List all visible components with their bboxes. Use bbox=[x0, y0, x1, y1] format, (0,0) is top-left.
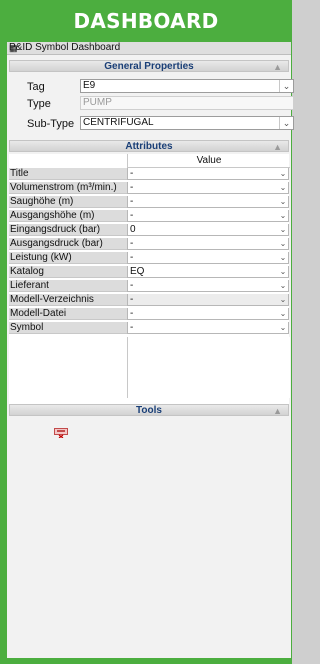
attribute-value: EQ bbox=[130, 266, 145, 277]
general-properties-header[interactable]: General Properties ▲ bbox=[9, 60, 289, 72]
attribute-name: Ausgangshöhe (m) bbox=[9, 210, 127, 222]
attribute-name: Ausgangsdruck (bar) bbox=[9, 238, 127, 250]
attributes-grid: Value Title - ⌄ Volumenstrom (m³/min.) - ⌄ Sau… bbox=[9, 154, 290, 404]
chevron-down-icon[interactable]: ⌄ bbox=[278, 224, 288, 235]
tag-select[interactable]: E9 ⌄ bbox=[80, 79, 294, 93]
tools-title: Tools bbox=[136, 405, 162, 416]
attribute-row: Title - ⌄ bbox=[9, 168, 289, 180]
tag-value: E9 bbox=[83, 80, 96, 91]
attribute-value: - bbox=[130, 168, 134, 179]
panel-title-bar: P&ID Symbol Dashboard ▦ bbox=[7, 42, 291, 55]
attribute-row: Modell-Verzeichnis - ⌄ bbox=[9, 294, 289, 306]
tag-label: Tag bbox=[27, 81, 45, 93]
subtype-label: Sub-Type bbox=[27, 118, 75, 130]
attribute-value: 0 bbox=[130, 224, 136, 235]
attribute-value: - bbox=[130, 182, 134, 193]
attribute-name: Saughöhe (m) bbox=[9, 196, 127, 208]
type-field: PUMP bbox=[80, 96, 294, 110]
pin-icon[interactable]: ▦ bbox=[9, 42, 289, 54]
attribute-row: Katalog EQ ⌄ bbox=[9, 266, 289, 278]
attribute-row: Lieferant - ⌄ bbox=[9, 280, 289, 292]
subtype-select[interactable]: CENTRIFUGAL ⌄ bbox=[80, 116, 294, 130]
chevron-down-icon[interactable]: ⌄ bbox=[278, 210, 288, 221]
chevron-down-icon[interactable]: ⌄ bbox=[278, 322, 288, 333]
collapse-icon[interactable]: ▲ bbox=[273, 406, 282, 416]
attribute-name: Symbol bbox=[9, 322, 127, 334]
tools-header[interactable]: Tools ▲ bbox=[9, 404, 289, 416]
attribute-row: Eingangsdruck (bar) 0 ⌄ bbox=[9, 224, 289, 236]
collapse-icon[interactable]: ▲ bbox=[273, 62, 282, 72]
chevron-down-icon[interactable]: ⌄ bbox=[278, 266, 288, 277]
attribute-value: - bbox=[130, 322, 134, 333]
attribute-value-select[interactable]: - ⌄ bbox=[127, 182, 289, 194]
chevron-down-icon[interactable]: ⌄ bbox=[279, 80, 293, 92]
attribute-row: Volumenstrom (m³/min.) - ⌄ bbox=[9, 182, 289, 194]
chevron-down-icon[interactable]: ⌄ bbox=[278, 238, 288, 249]
attributes-title: Attributes bbox=[125, 141, 173, 152]
attribute-name: Lieferant bbox=[9, 280, 127, 292]
chevron-down-icon[interactable]: ⌄ bbox=[279, 117, 293, 129]
attribute-row: Ausgangsdruck (bar) - ⌄ bbox=[9, 238, 289, 250]
attribute-row: Symbol - ⌄ bbox=[9, 322, 289, 334]
attribute-row: Leistung (kW) - ⌄ bbox=[9, 252, 289, 264]
chevron-down-icon[interactable]: ⌄ bbox=[278, 294, 288, 305]
attribute-value: - bbox=[130, 238, 134, 249]
chevron-down-icon[interactable]: ⌄ bbox=[278, 308, 288, 319]
attribute-value-select[interactable]: - ⌄ bbox=[127, 322, 289, 334]
attribute-value-select[interactable]: - ⌄ bbox=[127, 210, 289, 222]
chevron-down-icon[interactable]: ⌄ bbox=[278, 182, 288, 193]
value-column-header: Value bbox=[127, 154, 290, 168]
attribute-value-select[interactable]: - ⌄ bbox=[127, 294, 289, 306]
type-value: PUMP bbox=[83, 97, 112, 108]
attributes-header[interactable]: Attributes ▲ bbox=[9, 140, 289, 152]
general-properties-title: General Properties bbox=[104, 61, 194, 72]
chevron-down-icon[interactable]: ⌄ bbox=[278, 196, 288, 207]
tools-body bbox=[9, 417, 289, 455]
attribute-name: Modell-Datei bbox=[9, 308, 127, 320]
symbol-dashboard-panel: P&ID Symbol Dashboard ▦ General Properti… bbox=[7, 42, 294, 658]
attribute-value-select[interactable]: - ⌄ bbox=[127, 196, 289, 208]
attribute-value: - bbox=[130, 280, 134, 291]
attribute-value: - bbox=[130, 196, 134, 207]
attribute-value: - bbox=[130, 210, 134, 221]
collapse-icon[interactable]: ▲ bbox=[273, 142, 282, 152]
attribute-value-select[interactable]: EQ ⌄ bbox=[127, 266, 289, 278]
attribute-value-select[interactable]: - ⌄ bbox=[127, 308, 289, 320]
attribute-value-select[interactable]: - ⌄ bbox=[127, 238, 289, 250]
attribute-name: Leistung (kW) bbox=[9, 252, 127, 264]
subtype-value: CENTRIFUGAL bbox=[83, 117, 154, 128]
chevron-down-icon[interactable]: ⌄ bbox=[278, 280, 288, 291]
attribute-name: Title bbox=[9, 168, 127, 180]
attribute-value: - bbox=[130, 308, 134, 319]
attribute-value: - bbox=[130, 294, 134, 305]
attribute-row: Modell-Datei - ⌄ bbox=[9, 308, 289, 320]
dashboard-header: DASHBOARD bbox=[0, 0, 292, 38]
attribute-value-select[interactable]: - ⌄ bbox=[127, 252, 289, 264]
attribute-row: Ausgangshöhe (m) - ⌄ bbox=[9, 210, 289, 222]
attribute-name: Katalog bbox=[9, 266, 127, 278]
type-label: Type bbox=[27, 98, 51, 110]
chevron-down-icon[interactable]: ⌄ bbox=[278, 252, 288, 263]
chevron-down-icon[interactable]: ⌄ bbox=[278, 168, 288, 179]
attribute-value-select[interactable]: - ⌄ bbox=[127, 280, 289, 292]
attribute-name: Modell-Verzeichnis bbox=[9, 294, 127, 306]
attribute-row: Saughöhe (m) - ⌄ bbox=[9, 196, 289, 208]
attribute-value-select[interactable]: 0 ⌄ bbox=[127, 224, 289, 236]
attribute-name: Volumenstrom (m³/min.) bbox=[9, 182, 127, 194]
tool-icon[interactable] bbox=[54, 428, 68, 438]
attributes-empty-area bbox=[127, 337, 290, 398]
attribute-value-select[interactable]: - ⌄ bbox=[127, 168, 289, 180]
attribute-value: - bbox=[130, 252, 134, 263]
attribute-name: Eingangsdruck (bar) bbox=[9, 224, 127, 236]
